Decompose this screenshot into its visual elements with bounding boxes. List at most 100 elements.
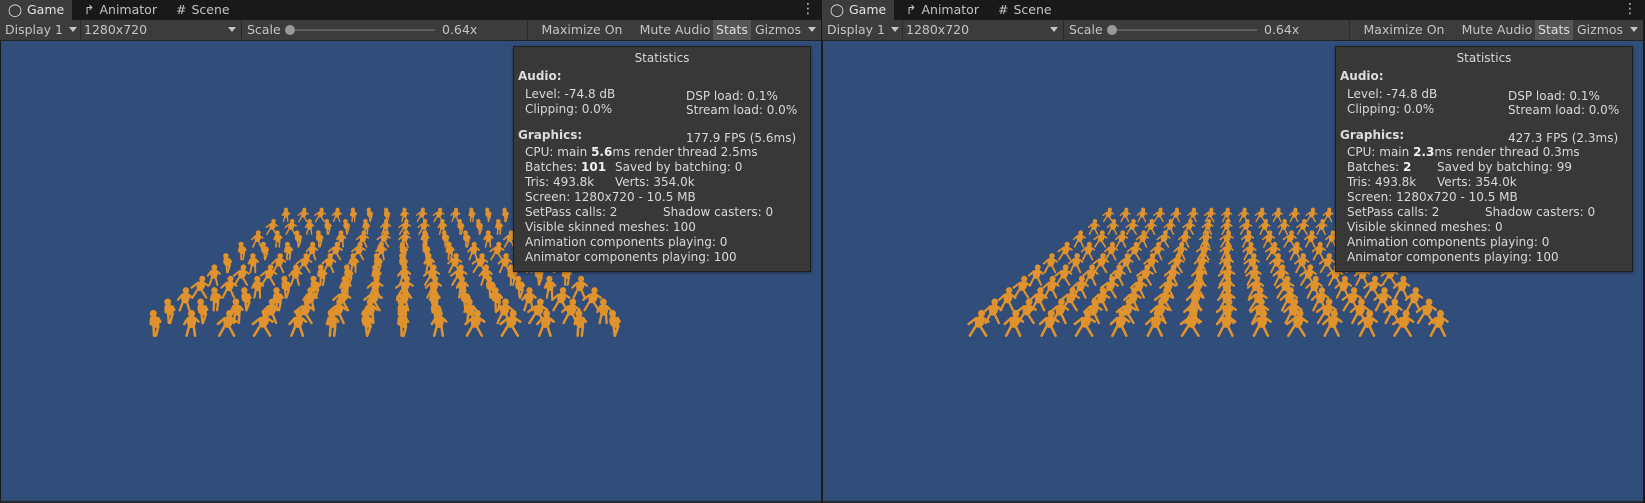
character-figure [284,241,294,261]
gamepad-icon: ◯ [8,2,22,17]
mute-audio-button[interactable]: Mute Audio [1459,20,1535,40]
verts-count: Verts: 354.0k [615,175,695,189]
character-figure [476,218,484,235]
mute-audio-button[interactable]: Mute Audio [637,20,713,40]
fps-value: 177.9 FPS (5.6ms) [686,131,797,145]
scale-slider-handle[interactable] [1107,25,1117,35]
screen-info: Screen: 1280x720 - 10.5 MB [525,190,696,204]
scene-grid-icon: # [176,2,187,17]
gizmos-button[interactable]: Gizmos [752,20,804,40]
audio-header: Audio: [518,69,562,83]
character-figure [324,218,332,235]
verts-count: Verts: 354.0k [1437,175,1517,189]
scene-grid-icon: # [998,2,1009,17]
divider [902,20,903,40]
saved-by-batching: Saved by batching: 99 [1437,160,1572,174]
character-figure [1087,218,1100,235]
tab-animator[interactable]: ↱ Animator [906,0,979,20]
resolution-dropdown[interactable]: 1280x720 [906,20,1062,40]
animator-icon: ↱ [906,2,917,17]
character-figure [271,253,287,274]
character-figure [1391,309,1415,337]
statistics-overlay: Statistics Audio: Level: -74.8 dB DSP lo… [513,46,811,272]
cpu-render-thread: ms render thread 2.5ms [612,145,758,159]
kebab-menu-icon[interactable]: ⋮ [1623,0,1637,20]
tab-scene[interactable]: # Scene [176,0,230,20]
resolution-dropdown[interactable]: 1280x720 [84,20,240,40]
scale-label: Scale [1069,22,1103,37]
tab-game-label: Game [849,2,887,17]
character-figure [314,207,327,223]
character-figure [457,218,465,235]
character-figure [1271,207,1283,223]
gamepad-icon: ◯ [830,2,844,17]
cpu-render-thread: ms render thread 0.3ms [1434,145,1580,159]
character-figure [596,298,612,325]
gizmos-dropdown-icon[interactable] [1630,27,1638,32]
character-figure [164,298,176,325]
scale-slider-track[interactable] [1110,29,1257,31]
character-figure [1170,207,1182,223]
character-figure [190,275,210,299]
setpass-calls: SetPass calls: 2 [1347,205,1440,219]
game-toolbar: Display 1 1280x720 Scale 0.64x Maximize … [0,20,821,57]
scale-slider-track[interactable] [288,29,435,31]
tab-scene-label: Scene [1013,2,1052,17]
character-figure [1068,253,1084,274]
character-figure [997,287,1017,312]
character-figure [1315,218,1328,235]
graphics-header: Graphics: [518,128,583,142]
character-figure [1404,287,1424,312]
character-figure [1057,241,1073,261]
character-figure [608,309,621,337]
character-figure [485,207,492,223]
stats-toggle-button[interactable]: Stats [713,20,751,40]
tab-bar: ◯ Game ↱ Animator # Scene ⋮ [0,0,821,20]
character-figure [321,253,337,274]
tab-game[interactable]: ◯ Game [822,0,894,20]
resolution-value: 1280x720 [906,22,970,37]
character-figure [220,275,238,299]
character-figure [251,275,265,299]
display-dropdown[interactable]: Display 1 [827,20,902,40]
character-figure [294,230,303,248]
character-figure [1392,275,1411,299]
tris-count: Tris: 493.8k [525,175,595,189]
tab-animator[interactable]: ↱ Animator [84,0,157,20]
character-figure [543,275,557,299]
tab-game[interactable]: ◯ Game [0,0,72,20]
scale-label: Scale [247,22,281,37]
kebab-menu-icon[interactable]: ⋮ [801,0,815,20]
divider [1063,20,1064,40]
tab-scene[interactable]: # Scene [998,0,1052,20]
display-dropdown[interactable]: Display 1 [5,20,80,40]
scale-slider-handle[interactable] [285,25,295,35]
screen-info: Screen: 1280x720 - 10.5 MB [1347,190,1518,204]
maximize-on-play-button[interactable]: Maximize On Play [1350,20,1458,57]
character-figure [223,253,233,274]
stats-toggle-button[interactable]: Stats [1535,20,1573,40]
character-figure [1072,230,1086,248]
character-figure [1125,218,1139,235]
statistics-title: Statistics [634,51,690,65]
character-figure [1294,253,1310,274]
resolution-value: 1280x720 [84,22,148,37]
tab-game-label: Game [27,2,65,17]
maximize-on-play-button[interactable]: Maximize On Play [528,20,636,57]
stream-load: Stream load: 0.0% [686,103,798,117]
character-figure [1167,253,1185,274]
audio-clipping: Clipping: 0.0% [525,102,613,116]
visible-skinned-meshes: Visible skinned meshes: 0 [1347,220,1503,234]
divider [80,20,81,40]
game-view-panel-right: ◯ Game ↱ Animator # Scene ⋮ Display 1 1280x… [822,0,1643,503]
scale-value: 0.64x [442,22,478,37]
character-figure [331,207,342,223]
character-figure [1092,253,1110,274]
character-figure [315,230,324,248]
dsp-load: DSP load: 0.1% [1508,89,1600,103]
gizmos-dropdown-icon[interactable] [808,27,816,32]
character-figure [273,230,283,248]
tris-count: Tris: 493.8k [1347,175,1417,189]
animator-components: Animator components playing: 100 [1347,250,1559,264]
gizmos-button[interactable]: Gizmos [1574,20,1626,40]
